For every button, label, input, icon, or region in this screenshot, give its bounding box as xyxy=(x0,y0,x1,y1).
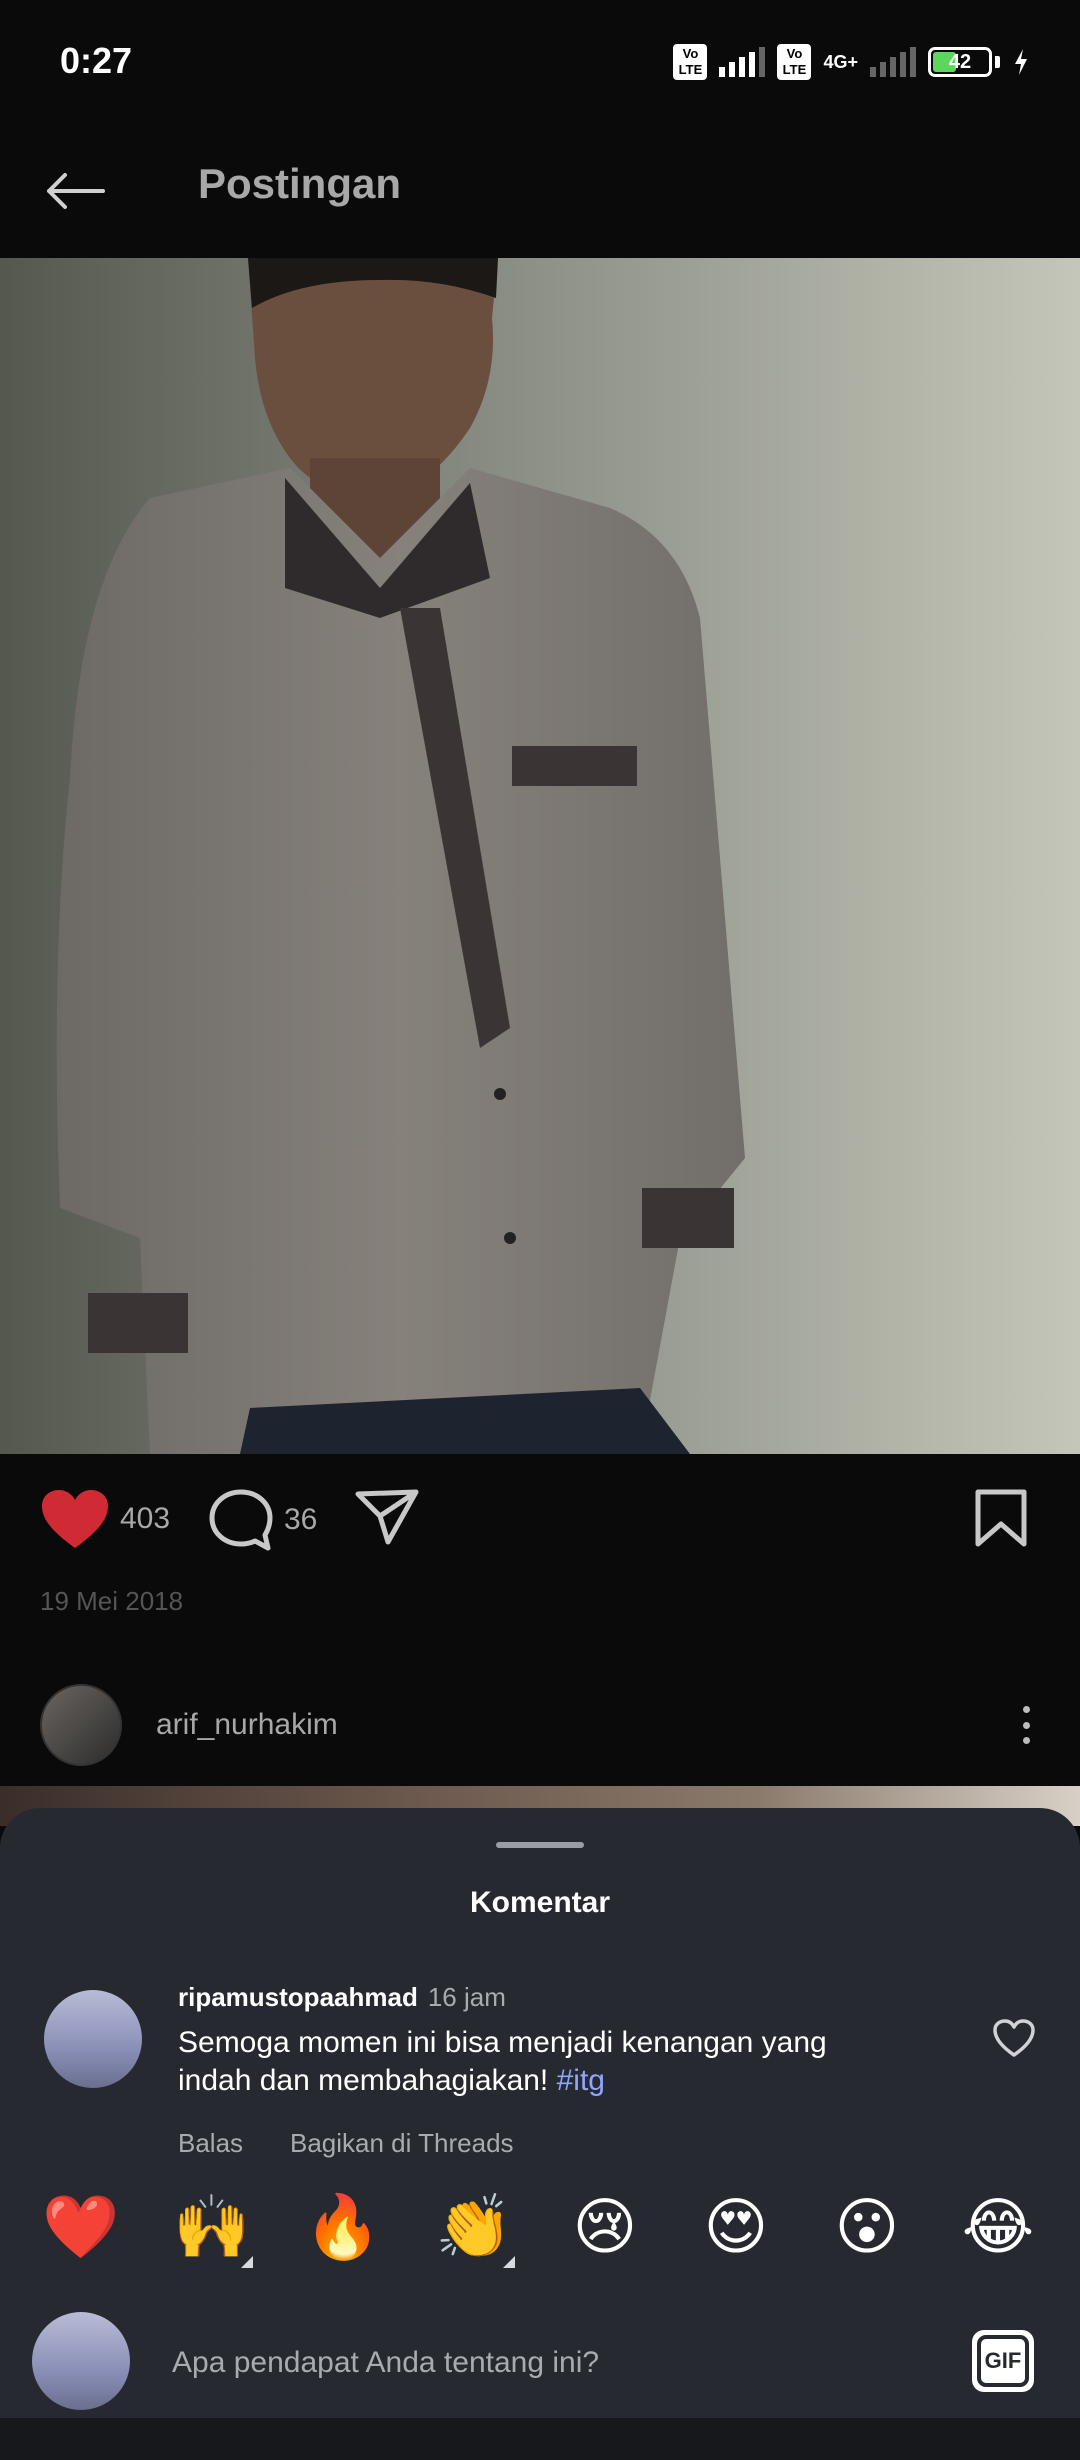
send-icon xyxy=(355,1489,419,1545)
bookmark-action[interactable] xyxy=(974,1488,1028,1548)
reply-button[interactable]: Balas xyxy=(178,2128,243,2159)
author-avatar[interactable] xyxy=(40,1684,122,1766)
more-dot-icon xyxy=(1022,1737,1030,1744)
post-actions: 403 36 xyxy=(0,1454,1080,1584)
emoji-raised-hands[interactable]: 🙌 xyxy=(167,2182,257,2272)
like-action[interactable]: 403 xyxy=(40,1488,170,1550)
post-image[interactable] xyxy=(0,258,1080,1454)
emoji-fire[interactable]: 🔥 xyxy=(298,2182,388,2272)
comment-text: Semoga momen ini bisa menjadi kenangan y… xyxy=(178,2024,898,2100)
skin-tone-indicator xyxy=(241,2256,253,2268)
commenter-avatar[interactable] xyxy=(44,1990,142,2088)
more-dot-icon xyxy=(1022,1706,1030,1713)
heart-outline-icon xyxy=(993,2019,1035,2057)
more-options-button[interactable] xyxy=(1008,1700,1044,1750)
heart-filled-icon xyxy=(42,1490,108,1548)
battery-tip xyxy=(995,56,1000,68)
author-row: arif_nurhakim xyxy=(0,1670,1080,1786)
commenter-username[interactable]: ripamustopaahmad xyxy=(178,1982,418,2012)
sheet-title: Komentar xyxy=(469,1886,611,1919)
comments-sheet: Komentar ripamustopaahmad 16 jam Semoga m… xyxy=(0,1808,1080,2460)
comment-header: ripamustopaahmad 16 jam xyxy=(178,1982,506,2013)
signal-icon-1 xyxy=(719,47,766,77)
volte-badge-2: Vo LTE xyxy=(777,44,812,80)
bookmark-icon xyxy=(975,1489,1027,1547)
comment-item: ripamustopaahmad 16 jam Semoga momen ini … xyxy=(0,1958,1080,2158)
emoji-heart-eyes[interactable]: 😍 xyxy=(691,2182,781,2272)
emoji-clap-glyph: 👏 xyxy=(435,2190,513,2263)
status-icons: Vo LTE Vo LTE 4G+ 42 xyxy=(673,44,1030,80)
system-nav-bar xyxy=(0,2418,1080,2460)
comment-action[interactable]: 36 xyxy=(208,1488,317,1552)
drag-handle[interactable] xyxy=(496,1842,584,1848)
battery-level: 42 xyxy=(948,50,972,73)
comment-count: 36 xyxy=(284,1503,318,1536)
status-time: 0:27 xyxy=(60,40,133,81)
signal-icon-2 xyxy=(870,47,916,77)
share-action[interactable] xyxy=(354,1488,420,1546)
emoji-clap[interactable]: 👏 xyxy=(429,2182,519,2272)
status-bar: 0:27 Vo LTE Vo LTE 4G+ 42 xyxy=(0,0,1080,120)
comment-like-button[interactable] xyxy=(990,2014,1038,2062)
comment-composer: GIF xyxy=(0,2286,1080,2426)
network-type-label: 4G+ xyxy=(823,52,858,72)
emoji-laughing[interactable]: 😂 xyxy=(953,2182,1043,2272)
charging-bolt-icon xyxy=(1015,49,1027,75)
emoji-quick-reactions: ❤️ 🙌 🔥 👏 😢 😍 😮 😂 xyxy=(0,2182,1080,2272)
comment-body: Semoga momen ini bisa menjadi kenangan y… xyxy=(178,2026,827,2097)
arrow-left-icon xyxy=(47,173,105,209)
emoji-crying[interactable]: 😢 xyxy=(560,2182,650,2272)
battery-icon: 42 xyxy=(928,47,992,77)
comment-input[interactable] xyxy=(170,2334,934,2392)
post-photo-illustration xyxy=(0,258,1080,1454)
comment-hashtag-link[interactable]: #itg xyxy=(557,2064,605,2097)
gif-icon: GIF xyxy=(977,2335,1029,2387)
emoji-raised-hands-glyph: 🙌 xyxy=(173,2190,251,2263)
emoji-heart[interactable]: ❤️ xyxy=(36,2182,126,2272)
gif-button[interactable]: GIF xyxy=(972,2330,1034,2392)
more-dot-icon xyxy=(1022,1721,1030,1729)
like-count: 403 xyxy=(120,1502,171,1535)
comment-bubble-icon xyxy=(209,1489,273,1551)
app-bar: Postingan xyxy=(0,120,1080,258)
skin-tone-indicator xyxy=(503,2256,515,2268)
page-title: Postingan xyxy=(198,160,402,207)
emoji-surprised[interactable]: 😮 xyxy=(822,2182,912,2272)
author-username[interactable]: arif_nurhakim xyxy=(156,1708,338,1742)
volte-badge-1: Vo LTE xyxy=(673,44,708,80)
comment-time: 16 jam xyxy=(427,1982,506,2012)
share-to-threads-button[interactable]: Bagikan di Threads xyxy=(290,2128,514,2159)
current-user-avatar xyxy=(32,2312,130,2410)
post-date: 19 Mei 2018 xyxy=(40,1586,184,1616)
back-button[interactable] xyxy=(40,156,110,226)
